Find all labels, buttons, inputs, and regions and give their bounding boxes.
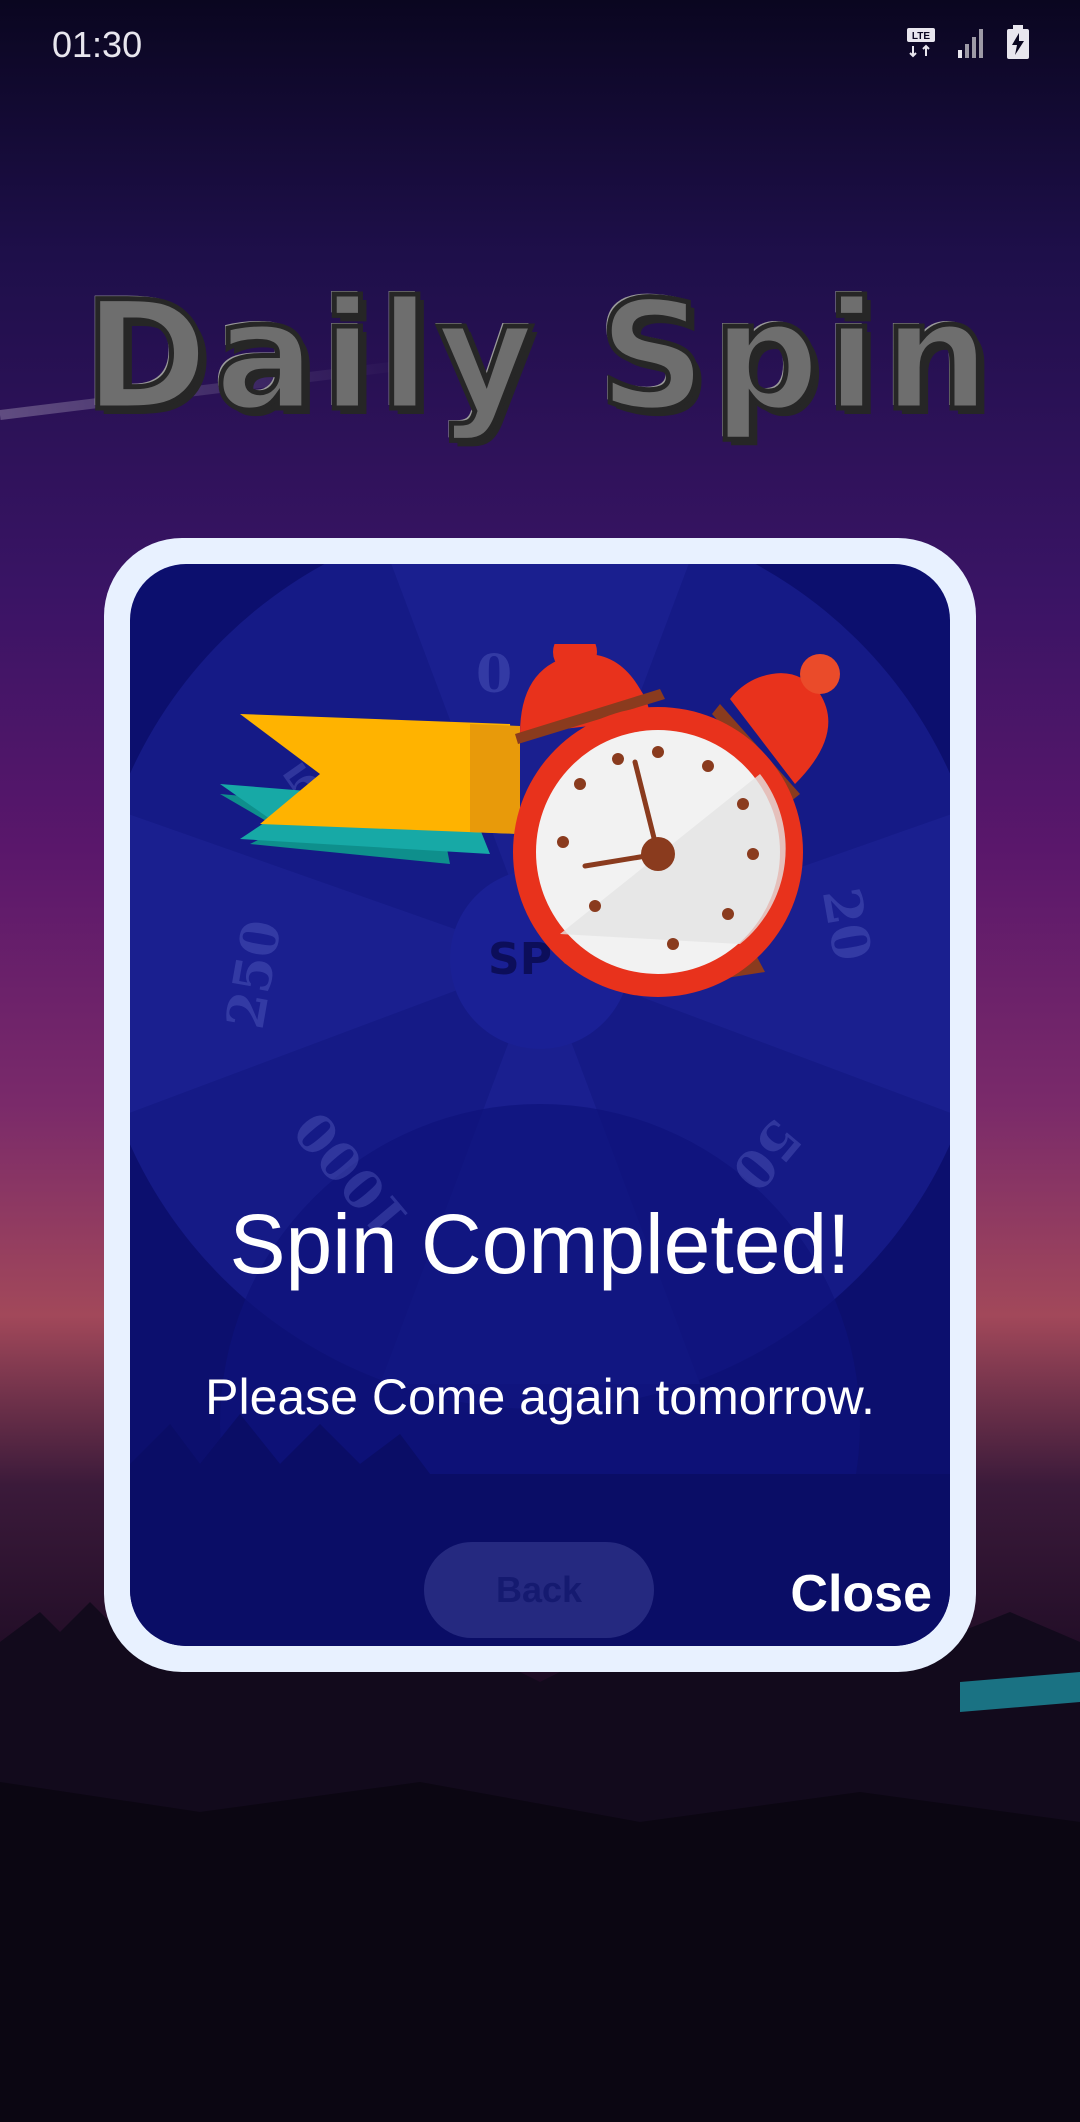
lte-icon: LTE (907, 28, 935, 58)
alarm-clock-icon (513, 644, 840, 997)
page-title: Daily Spin (81, 268, 997, 447)
battery-charging-icon (1007, 25, 1029, 59)
status-time: 01:30 (52, 24, 143, 65)
back-button: Back (424, 1542, 654, 1638)
dialog-headline: Spin Completed! (229, 1197, 851, 1291)
status-icons: LTE (904, 24, 1032, 60)
dialog-body: 0 1 20 50 1000 250 500 SP Back (130, 564, 950, 1646)
ribbon-icon (220, 714, 520, 864)
signal-icon (958, 29, 983, 58)
close-button[interactable]: Close (790, 1564, 932, 1624)
status-bar: 01:30 LTE (0, 0, 1080, 90)
lte-label: LTE (912, 31, 930, 42)
dialog-message: Please Come again tomorrow. (205, 1369, 875, 1425)
spin-completed-dialog: 0 1 20 50 1000 250 500 SP Back (104, 538, 976, 1672)
alarm-clock-illustration (220, 644, 840, 997)
